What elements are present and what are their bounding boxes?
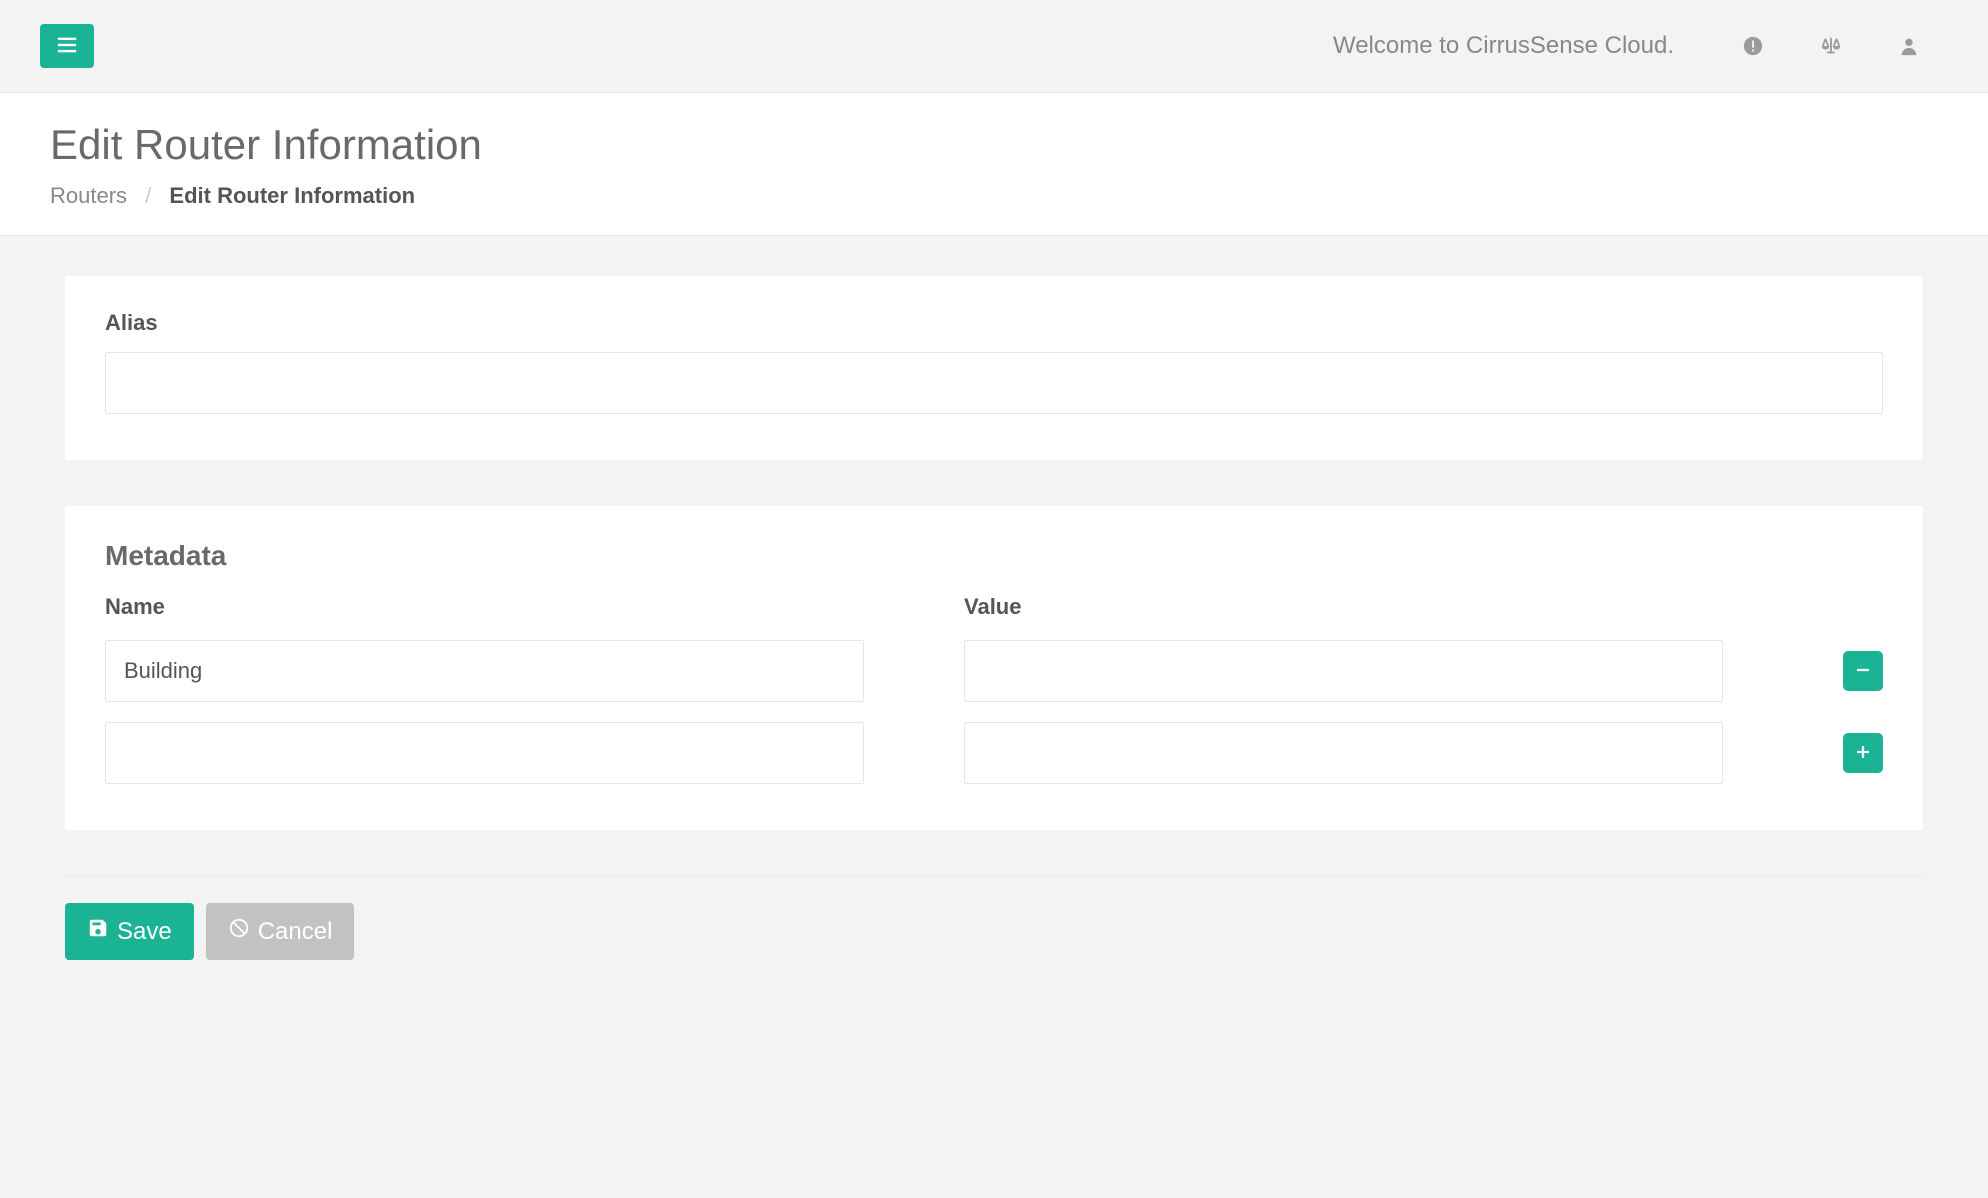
page-heading: Edit Router Information Routers / Edit R… — [0, 93, 1988, 236]
metadata-col-name: Name — [105, 594, 864, 620]
add-row-button[interactable] — [1843, 733, 1883, 773]
cancel-icon — [228, 917, 250, 946]
metadata-value-input[interactable] — [964, 722, 1723, 784]
metadata-name-input[interactable] — [105, 640, 864, 702]
user-icon[interactable] — [1898, 35, 1920, 57]
breadcrumb-separator: / — [145, 183, 151, 208]
welcome-text: Welcome to CirrusSense Cloud. — [1333, 32, 1674, 60]
cancel-button[interactable]: Cancel — [206, 903, 355, 960]
metadata-grid: Name Value — [105, 594, 1883, 784]
breadcrumb-parent[interactable]: Routers — [50, 183, 127, 208]
save-icon — [87, 917, 109, 946]
balance-icon[interactable] — [1820, 35, 1842, 57]
metadata-panel: Metadata Name Value — [65, 506, 1923, 830]
alias-input[interactable] — [105, 352, 1883, 414]
divider — [65, 876, 1923, 877]
plus-icon — [1854, 743, 1872, 764]
metadata-col-value: Value — [964, 594, 1723, 620]
save-button-label: Save — [117, 918, 172, 946]
page-title: Edit Router Information — [50, 121, 1938, 169]
breadcrumb: Routers / Edit Router Information — [50, 183, 1938, 209]
alias-panel: Alias — [65, 276, 1923, 460]
save-button[interactable]: Save — [65, 903, 194, 960]
content: Alias Metadata Name Value — [0, 236, 1988, 1000]
breadcrumb-current: Edit Router Information — [169, 183, 415, 208]
metadata-title: Metadata — [105, 540, 1883, 572]
minus-icon — [1854, 661, 1872, 682]
alias-label: Alias — [105, 310, 1883, 336]
remove-row-button[interactable] — [1843, 651, 1883, 691]
cancel-button-label: Cancel — [258, 918, 333, 946]
metadata-value-input[interactable] — [964, 640, 1723, 702]
metadata-name-input[interactable] — [105, 722, 864, 784]
form-actions: Save Cancel — [65, 903, 1923, 960]
alerts-icon[interactable] — [1742, 35, 1764, 57]
topbar: Welcome to CirrusSense Cloud. — [0, 0, 1988, 93]
menu-icon — [55, 34, 79, 59]
menu-toggle-button[interactable] — [40, 24, 94, 68]
